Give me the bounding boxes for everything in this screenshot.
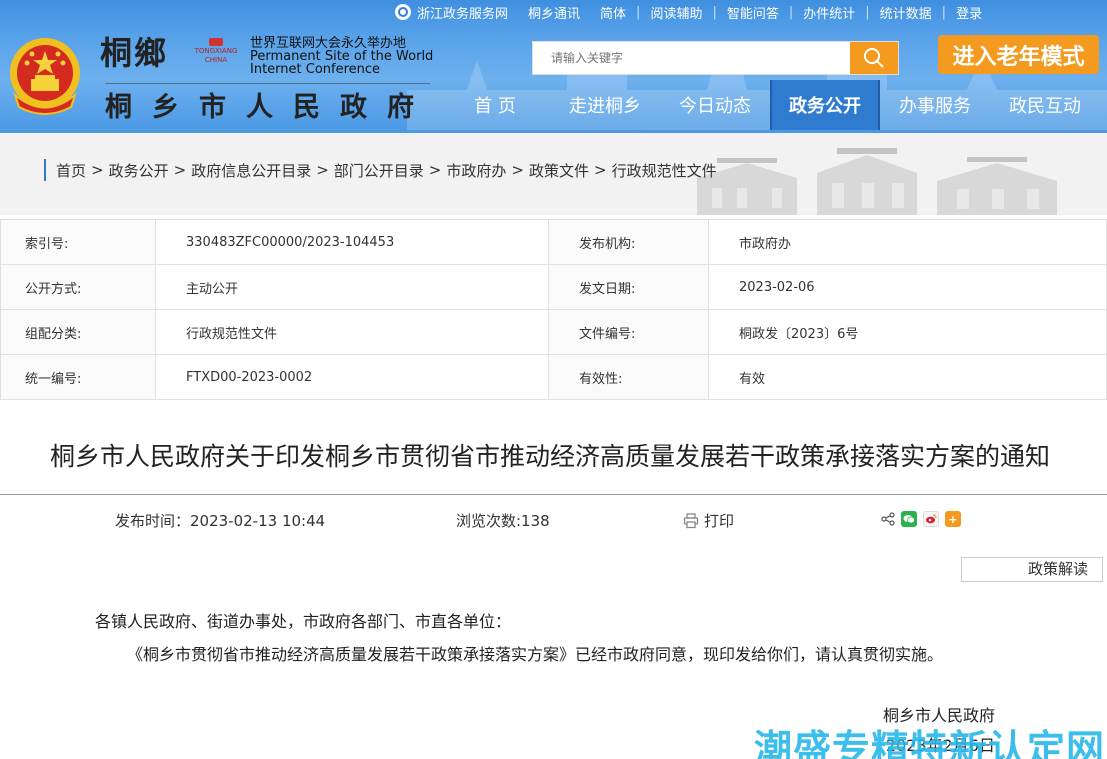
breadcrumb-policy-docs[interactable]: 政策文件 [529,160,589,181]
divider: | [865,4,870,20]
meta-value: 市政府办 [708,219,1107,265]
meta-value: 有效 [708,354,1107,400]
nav-gov-affairs[interactable]: 政务公开 [770,80,880,130]
breadcrumb: 首页 > 政务公开 > 政府信息公开目录 > 部门公开目录 > 市政府办 > 政策文件 > … [44,159,717,181]
elder-mode-button[interactable]: 进入老年模式 [938,35,1099,74]
topbar-link-case-stats[interactable]: 办件统计 [793,3,865,22]
topbar-link-qa[interactable]: 智能问答 [717,3,789,22]
divider: | [712,4,717,20]
divider: | [788,4,794,20]
meta-key: 发布机构: [548,219,709,265]
meta-key: 公开方式: [0,264,156,310]
meta-value: 桐政发〔2023〕6号 [708,309,1107,355]
document-meta-table: 索引号: 330483ZFC00000/2023-104453 发布机构: 市政… [0,219,1107,400]
main-nav: 首 页 走进桐乡 今日动态 政务公开 办事服务 政民互动 [440,80,1100,130]
wic-site-label: 世界互联网大会永久举办地 Permanent Site of the World… [250,37,433,76]
more-share-icon[interactable]: + [945,511,961,527]
site-name[interactable]: 桐乡市人民政府 [105,85,434,124]
table-row: 索引号: 330483ZFC00000/2023-104453 发布机构: 市政… [0,219,1107,265]
meta-key: 文件编号: [548,309,709,355]
breadcrumb-office[interactable]: 市政府办 [446,160,506,181]
article-title: 桐乡市人民政府关于印发桐乡市贯彻省市推动经济高质量发展若干政策承接落实方案的通知 [49,442,1050,471]
meta-value: FTXD00-2023-0002 [155,354,549,400]
meta-value: 2023-02-06 [708,264,1107,310]
breadcrumb-dept-catalog[interactable]: 部门公开目录 [334,160,424,181]
print-label: 打印 [704,512,735,530]
meta-key: 发文日期: [548,264,709,310]
divider: | [636,4,641,20]
breadcrumb-normative-docs[interactable]: 行政规范性文件 [612,160,717,181]
share-icon[interactable] [881,512,895,526]
top-utility-bar: 浙江政务服务网 桐乡通讯 简体 | 阅读辅助 | 智能问答 | 办件统计 | 统… [385,0,992,24]
logo-divider [105,83,430,84]
topbar-link-stats[interactable]: 统计数据 [870,3,942,22]
meta-key: 索引号: [0,219,156,265]
search-box [532,41,899,75]
meta-key: 组配分类: [0,309,156,355]
breadcrumb-banner: 首页 > 政务公开 > 政府信息公开目录 > 部门公开目录 > 市政府办 > 政策文件 > … [0,133,1107,215]
topbar-link-login[interactable]: 登录 [946,3,992,22]
topbar-link-reading-aid[interactable]: 阅读辅助 [640,3,712,22]
tongxiang-en-label: TONGXIANG CHINA [194,47,238,64]
meta-value: 330483ZFC00000/2023-104453 [155,219,549,265]
title-divider [0,494,1107,495]
topbar-link-label: 浙江政务服务网 [417,6,509,22]
nav-today-news[interactable]: 今日动态 [660,80,770,130]
publish-time: 发布时间：2023-02-13 10:44 [115,512,326,530]
topbar-link-txtx[interactable]: 桐乡通讯 [518,3,590,22]
breadcrumb-gov-affairs[interactable]: 政务公开 [109,160,169,181]
tongxiang-china-mark: TONGXIANG CHINA [186,38,246,64]
divider: | [941,4,947,20]
nav-home[interactable]: 首 页 [440,80,550,130]
weibo-icon[interactable] [923,511,939,527]
share-bar: + [881,511,961,527]
city-calligraphy: 桐鄉 [100,34,169,72]
table-row: 统一编号: FTXD00-2023-0002 有效性: 有效 [0,354,1107,400]
table-row: 公开方式: 主动公开 发文日期: 2023-02-06 [0,264,1107,310]
meta-key: 统一编号: [0,354,156,400]
breadcrumb-home[interactable]: 首页 [56,160,86,181]
search-input[interactable] [533,42,850,74]
wic-en-line2: Internet Conference [250,62,381,77]
topbar-link-zjzwfw[interactable]: 浙江政务服务网 [385,3,518,22]
city-logo[interactable]: 桐鄉 TONGXIANG CHINA [100,28,237,74]
topbar-link-simplified[interactable]: 简体 [590,3,636,22]
printer-icon [683,512,699,528]
watermark-text: 潮盛专精特新认定网 [754,727,1106,759]
search-icon [864,48,884,68]
zhejiang-service-icon [395,4,411,20]
table-row: 组配分类: 行政规范性文件 文件编号: 桐政发〔2023〕6号 [0,309,1107,355]
wechat-icon[interactable] [901,511,917,527]
meta-value: 主动公开 [155,264,549,310]
national-emblem-icon [10,38,80,115]
body-paragraph: 《桐乡市贯彻省市推动经济高质量发展若干政策承接落实方案》已经市政府同意，现印发给… [127,645,944,664]
print-button[interactable]: 打印 [683,510,734,531]
meta-key: 有效性: [548,354,709,400]
salutation: 各镇人民政府、街道办事处，市政府各部门、市直各单位： [95,612,512,631]
breadcrumb-info-catalog[interactable]: 政府信息公开目录 [191,160,311,181]
view-count: 浏览次数:138 [456,512,550,530]
article-body: 各镇人民政府、街道办事处，市政府各部门、市直各单位： 《桐乡市贯彻省市推动经济高… [95,605,1000,671]
policy-interpretation-button[interactable]: 政策解读 [961,557,1103,582]
meta-value: 行政规范性文件 [155,309,549,355]
nav-services[interactable]: 办事服务 [880,80,990,130]
nav-interaction[interactable]: 政民互动 [990,80,1100,130]
site-header: 浙江政务服务网 桐乡通讯 简体 | 阅读辅助 | 智能问答 | 办件统计 | 统… [0,0,1107,133]
search-button[interactable] [850,42,898,74]
nav-about-tongxiang[interactable]: 走进桐乡 [550,80,660,130]
